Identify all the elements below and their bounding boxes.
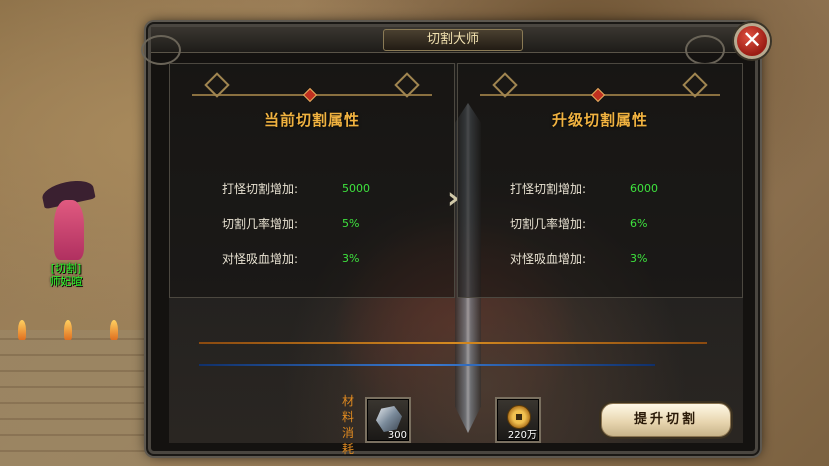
material-slot-ore[interactable]: 300 (365, 397, 411, 443)
stat-row: 打怪切割增加: 5000 (222, 180, 442, 198)
stat-label: 打怪切割增加: (510, 182, 587, 196)
torch-icon (110, 320, 118, 340)
upgrade-attributes-title: 升级切割属性 (551, 111, 648, 129)
orange-divider (199, 342, 707, 344)
stat-label: 对怪吸血增加: (222, 252, 299, 266)
stone-wall (0, 330, 150, 466)
npc-name: 师妃暄 (49, 275, 83, 288)
close-button[interactable]: ✕ (734, 23, 770, 59)
item-count: 300 (387, 430, 407, 441)
upgrade-cutting-button[interactable]: 提升切割 (601, 403, 731, 437)
stat-value: 3% (342, 252, 360, 265)
npc-character[interactable] (38, 176, 98, 272)
arrow-right-icon: › (447, 181, 460, 216)
stat-row: 切割几率增加: 6% (510, 215, 730, 233)
dragon-ornament-icon (685, 35, 725, 65)
stat-value: 5000 (342, 182, 370, 195)
stat-label: 切割几率增加: (510, 217, 587, 231)
material-cost-label: 材料消耗 (341, 394, 354, 456)
torch-icon (64, 320, 72, 340)
ore-icon (376, 406, 402, 432)
stat-row: 对怪吸血增加: 3% (222, 250, 442, 268)
blue-divider (199, 364, 655, 366)
stat-row: 打怪切割增加: 6000 (510, 180, 730, 198)
torch-icon (18, 320, 26, 340)
dialog-title-bar[interactable]: 切割大师 (141, 27, 755, 65)
stat-value: 6000 (630, 182, 658, 195)
current-attributes-title: 当前切割属性 (263, 111, 360, 129)
dialog-title: 切割大师 (383, 29, 523, 51)
stat-label: 切割几率增加: (222, 217, 299, 231)
upgrade-attributes-panel: 升级切割属性 打怪切割增加: 6000 切割几率增加: 6% 对怪吸血增加: 3… (457, 63, 743, 298)
ornament-divider (192, 72, 432, 103)
dragon-ornament-icon (141, 35, 181, 65)
dialog-content: 当前切割属性 打怪切割增加: 5000 切割几率增加: 5% 对怪吸血增加: 3… (169, 63, 743, 456)
stat-label: 对怪吸血增加: (510, 252, 587, 266)
stat-value: 5% (342, 217, 360, 230)
npc-name-label: [切割] 师妃暄 (36, 262, 96, 288)
stat-row: 对怪吸血增加: 3% (510, 250, 730, 268)
item-count: 220万 (507, 430, 537, 441)
stat-label: 打怪切割增加: (222, 182, 299, 196)
cutting-master-dialog: 切割大师 当前切割属性 打怪切割增加: 5000 切割几率增加: 5% 对怪吸血… (141, 24, 758, 456)
stat-row: 切割几率增加: 5% (222, 215, 442, 233)
npc-body (54, 200, 84, 260)
stat-value: 6% (630, 217, 648, 230)
ornament-divider (480, 72, 720, 103)
stat-value: 3% (630, 252, 648, 265)
gem-icon (302, 87, 318, 103)
npc-title: [切割] (50, 262, 82, 275)
current-attributes-panel: 当前切割属性 打怪切割增加: 5000 切割几率增加: 5% 对怪吸血增加: 3… (169, 63, 455, 298)
material-slot-coin[interactable]: 220万 (495, 397, 541, 443)
close-icon: ✕ (741, 26, 763, 54)
gem-icon (590, 87, 606, 103)
